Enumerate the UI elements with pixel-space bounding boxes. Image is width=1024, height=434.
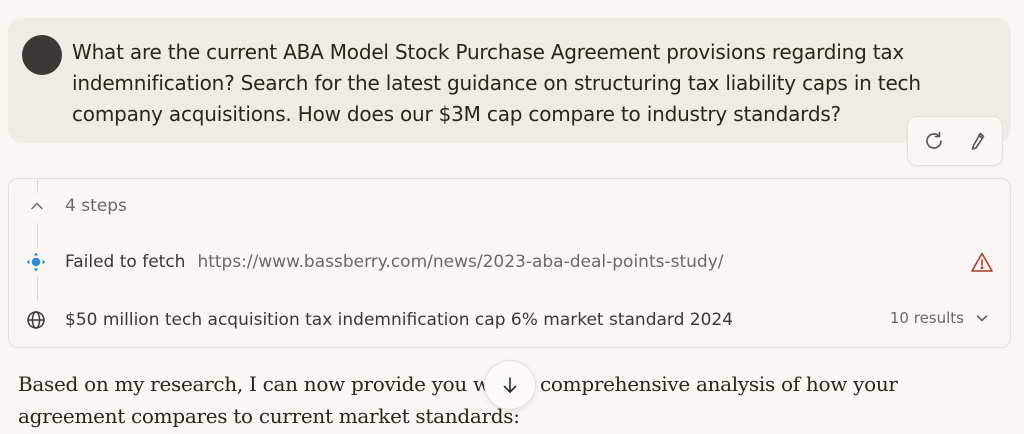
timeline-line [37, 223, 38, 249]
steps-count: 4 steps [65, 196, 127, 216]
search-step[interactable]: $50 million tech acquisition tax indemni… [25, 305, 994, 335]
fetch-step[interactable]: Failed to fetch https://www.bassberry.co… [25, 247, 994, 277]
warning-icon [971, 252, 993, 272]
timeline-line [37, 179, 38, 193]
steps-toggle[interactable]: 4 steps [27, 193, 127, 219]
fetch-url[interactable]: https://www.bassberry.com/news/2023-aba-… [197, 252, 723, 272]
search-query: $50 million tech acquisition tax indemni… [65, 310, 734, 330]
scroll-to-bottom-button[interactable] [484, 360, 536, 410]
user-message: What are the current ABA Model Stock Pur… [8, 18, 1011, 143]
edit-button[interactable] [966, 129, 990, 153]
timeline-line [37, 277, 38, 301]
message-actions [907, 116, 1003, 166]
user-message-text: What are the current ABA Model Stock Pur… [72, 40, 921, 126]
edit-icon [971, 132, 985, 150]
chevron-up-icon [31, 202, 43, 210]
research-steps-panel: 4 steps Failed to fetch https://www.bass… [8, 178, 1011, 348]
globe-icon [27, 311, 45, 329]
arrow-down-icon [503, 377, 517, 393]
retry-button[interactable] [922, 129, 946, 153]
avatar [22, 35, 62, 75]
chevron-down-icon [976, 315, 988, 322]
retry-icon [926, 131, 942, 149]
fetch-status-label: Failed to fetch [65, 252, 186, 272]
results-toggle[interactable]: 10 results [890, 309, 990, 327]
fetch-icon [26, 252, 46, 272]
results-count: 10 results [889, 309, 964, 327]
